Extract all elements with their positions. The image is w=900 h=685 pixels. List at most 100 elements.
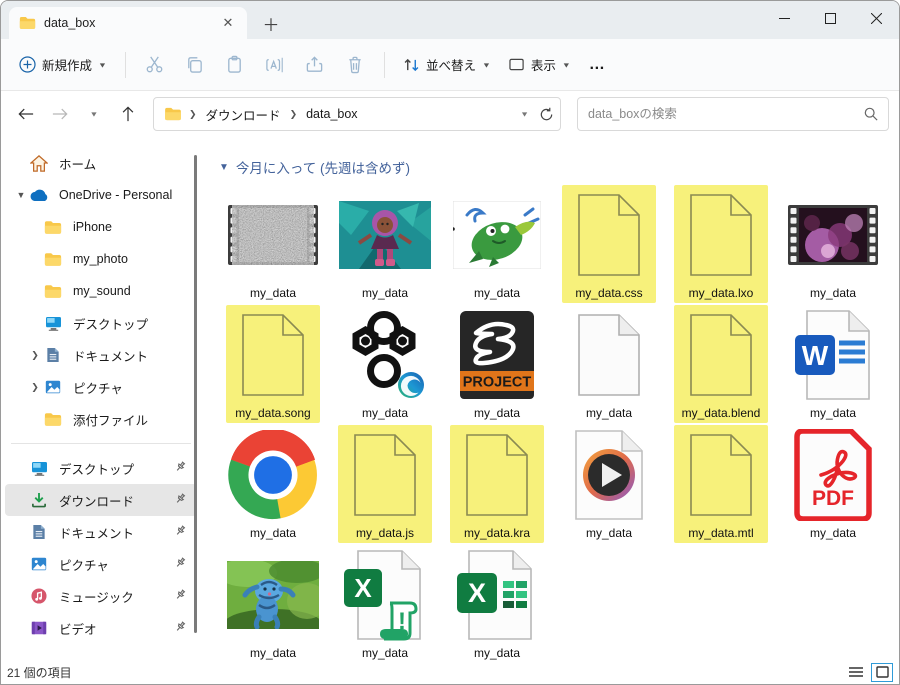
recent-locations-button[interactable]: ▼ bbox=[79, 99, 109, 129]
sidebar-item-onedrive-personal[interactable]: ▼OneDrive - Personal bbox=[5, 179, 197, 211]
toolbar-separator bbox=[125, 52, 126, 78]
file-tile[interactable]: my_data.kra bbox=[441, 425, 553, 545]
forward-button[interactable] bbox=[45, 99, 75, 129]
file-tile[interactable]: Wmy_data bbox=[777, 305, 889, 425]
chevron-down-icon[interactable]: ▼ bbox=[13, 190, 29, 200]
explorer-window: data_box ✕ ＋ 新規作成 ▼ bbox=[0, 0, 900, 685]
paste-button[interactable] bbox=[216, 48, 254, 82]
breadcrumb-downloads[interactable]: ダウンロード bbox=[204, 103, 283, 126]
file-tile[interactable]: Xmy_data bbox=[441, 545, 553, 660]
folder-icon bbox=[43, 249, 63, 269]
file-tile[interactable]: my_data.blend bbox=[665, 305, 777, 425]
file-tile[interactable]: my_data bbox=[217, 185, 329, 305]
file-tile[interactable]: my_data.js bbox=[329, 425, 441, 545]
plus-circle-icon bbox=[19, 56, 36, 73]
up-button[interactable] bbox=[113, 99, 143, 129]
rename-button[interactable] bbox=[256, 48, 294, 82]
sidebar-item--[interactable]: ドキュメント bbox=[5, 516, 197, 548]
sidebar-item-label: ピクチャ bbox=[59, 555, 109, 574]
file-tile[interactable]: PROJECTmy_data bbox=[441, 305, 553, 425]
sidebar-item--[interactable]: ダウンロード bbox=[5, 484, 197, 516]
share-button[interactable] bbox=[296, 48, 334, 82]
sidebar-item-iphone[interactable]: iPhone bbox=[5, 211, 197, 243]
sidebar-item--[interactable]: デスクトップ bbox=[5, 452, 197, 484]
excel-macro-icon: X! bbox=[338, 545, 432, 645]
file-name: my_data.blend bbox=[682, 405, 761, 423]
svg-text:X: X bbox=[468, 578, 486, 608]
file-tile[interactable]: my_data bbox=[777, 185, 889, 305]
pin-icon bbox=[174, 524, 187, 540]
details-view-toggle[interactable] bbox=[845, 663, 867, 682]
sidebar-scrollbar[interactable] bbox=[194, 155, 197, 633]
file-tile[interactable]: my_data bbox=[329, 185, 441, 305]
file-tile[interactable]: my_data.mtl bbox=[665, 425, 777, 545]
search-input[interactable] bbox=[588, 107, 864, 121]
yellow-doc-icon bbox=[226, 305, 320, 405]
sidebar-item-label: iPhone bbox=[73, 220, 112, 234]
document-icon bbox=[29, 522, 49, 542]
new-tab-button[interactable]: ＋ bbox=[257, 9, 285, 37]
refresh-icon[interactable] bbox=[539, 107, 554, 122]
folder-icon bbox=[164, 107, 182, 121]
file-tile[interactable]: my_data bbox=[553, 305, 665, 425]
sort-icon bbox=[403, 57, 420, 73]
group-header[interactable]: ▼ 今月に入って (先週は含めず) bbox=[219, 157, 899, 177]
file-name: my_data bbox=[250, 285, 296, 303]
file-tile[interactable]: my_data bbox=[553, 425, 665, 545]
cut-button[interactable] bbox=[136, 48, 174, 82]
tab-close-icon[interactable]: ✕ bbox=[217, 12, 239, 34]
delete-button[interactable] bbox=[336, 48, 374, 82]
sidebar-item--[interactable]: ❯ピクチャ bbox=[5, 371, 197, 403]
sidebar-item--[interactable]: ミュージック bbox=[5, 580, 197, 612]
film-noise-icon bbox=[226, 185, 320, 285]
folder-icon bbox=[43, 217, 63, 237]
tab-data-box[interactable]: data_box ✕ bbox=[9, 7, 247, 39]
maximize-button[interactable] bbox=[807, 1, 853, 35]
video-icon bbox=[29, 618, 49, 638]
close-button[interactable] bbox=[853, 1, 899, 35]
breadcrumb[interactable]: ❯ ダウンロード ❯ data_box ▼ bbox=[153, 97, 561, 131]
svg-text:!: ! bbox=[398, 608, 406, 635]
file-tile[interactable]: my_data.css bbox=[553, 185, 665, 305]
sort-button[interactable]: 並べ替え ▼ bbox=[395, 49, 499, 80]
sidebar-item-label: ダウンロード bbox=[59, 491, 134, 510]
downloads-icon bbox=[29, 490, 49, 510]
sidebar-item--[interactable]: ホーム bbox=[5, 147, 197, 179]
file-tile[interactable]: PDFmy_data bbox=[777, 425, 889, 545]
large-icons-view-toggle[interactable] bbox=[871, 663, 893, 682]
file-tile[interactable]: my_data.lxo bbox=[665, 185, 777, 305]
copy-button[interactable] bbox=[176, 48, 214, 82]
back-button[interactable] bbox=[11, 99, 41, 129]
toolbar-separator bbox=[384, 52, 385, 78]
yellow-doc-icon bbox=[674, 185, 768, 285]
sidebar-item--[interactable]: ビデオ bbox=[5, 612, 197, 644]
view-button[interactable]: 表示 ▼ bbox=[501, 49, 579, 80]
file-tile[interactable]: my_data bbox=[217, 425, 329, 545]
desktop-icon bbox=[29, 458, 49, 478]
sidebar-item--[interactable]: ピクチャ bbox=[5, 548, 197, 580]
sidebar-item-label: my_photo bbox=[73, 252, 128, 266]
more-button[interactable]: … bbox=[581, 50, 614, 80]
sidebar-item-my_photo[interactable]: my_photo bbox=[5, 243, 197, 275]
address-dropdown-icon[interactable]: ▼ bbox=[520, 110, 529, 118]
file-name: my_data.song bbox=[235, 405, 310, 423]
search-box[interactable] bbox=[577, 97, 889, 131]
sidebar-item--[interactable]: ❯ドキュメント bbox=[5, 339, 197, 371]
yellow-doc-icon bbox=[674, 425, 768, 525]
file-tile[interactable]: my_data bbox=[217, 545, 329, 660]
file-tile[interactable]: my_data bbox=[441, 185, 553, 305]
sidebar-item-my_sound[interactable]: my_sound bbox=[5, 275, 197, 307]
sidebar-item--[interactable]: 添付ファイル bbox=[5, 403, 197, 435]
file-tile[interactable]: X!my_data bbox=[329, 545, 441, 660]
file-tile[interactable]: my_data bbox=[329, 305, 441, 425]
yellow-doc-icon bbox=[450, 425, 544, 525]
film-purple-icon bbox=[786, 185, 880, 285]
svg-text:PDF: PDF bbox=[812, 487, 854, 510]
file-tile[interactable]: my_data.song bbox=[217, 305, 329, 425]
minimize-button[interactable] bbox=[761, 1, 807, 35]
sidebar-item--[interactable]: デスクトップ bbox=[5, 307, 197, 339]
chevron-right-icon[interactable]: ❯ bbox=[27, 382, 43, 393]
breadcrumb-data-box[interactable]: data_box bbox=[304, 105, 359, 123]
new-button[interactable]: 新規作成 ▼ bbox=[11, 49, 115, 80]
chevron-right-icon[interactable]: ❯ bbox=[27, 350, 43, 361]
